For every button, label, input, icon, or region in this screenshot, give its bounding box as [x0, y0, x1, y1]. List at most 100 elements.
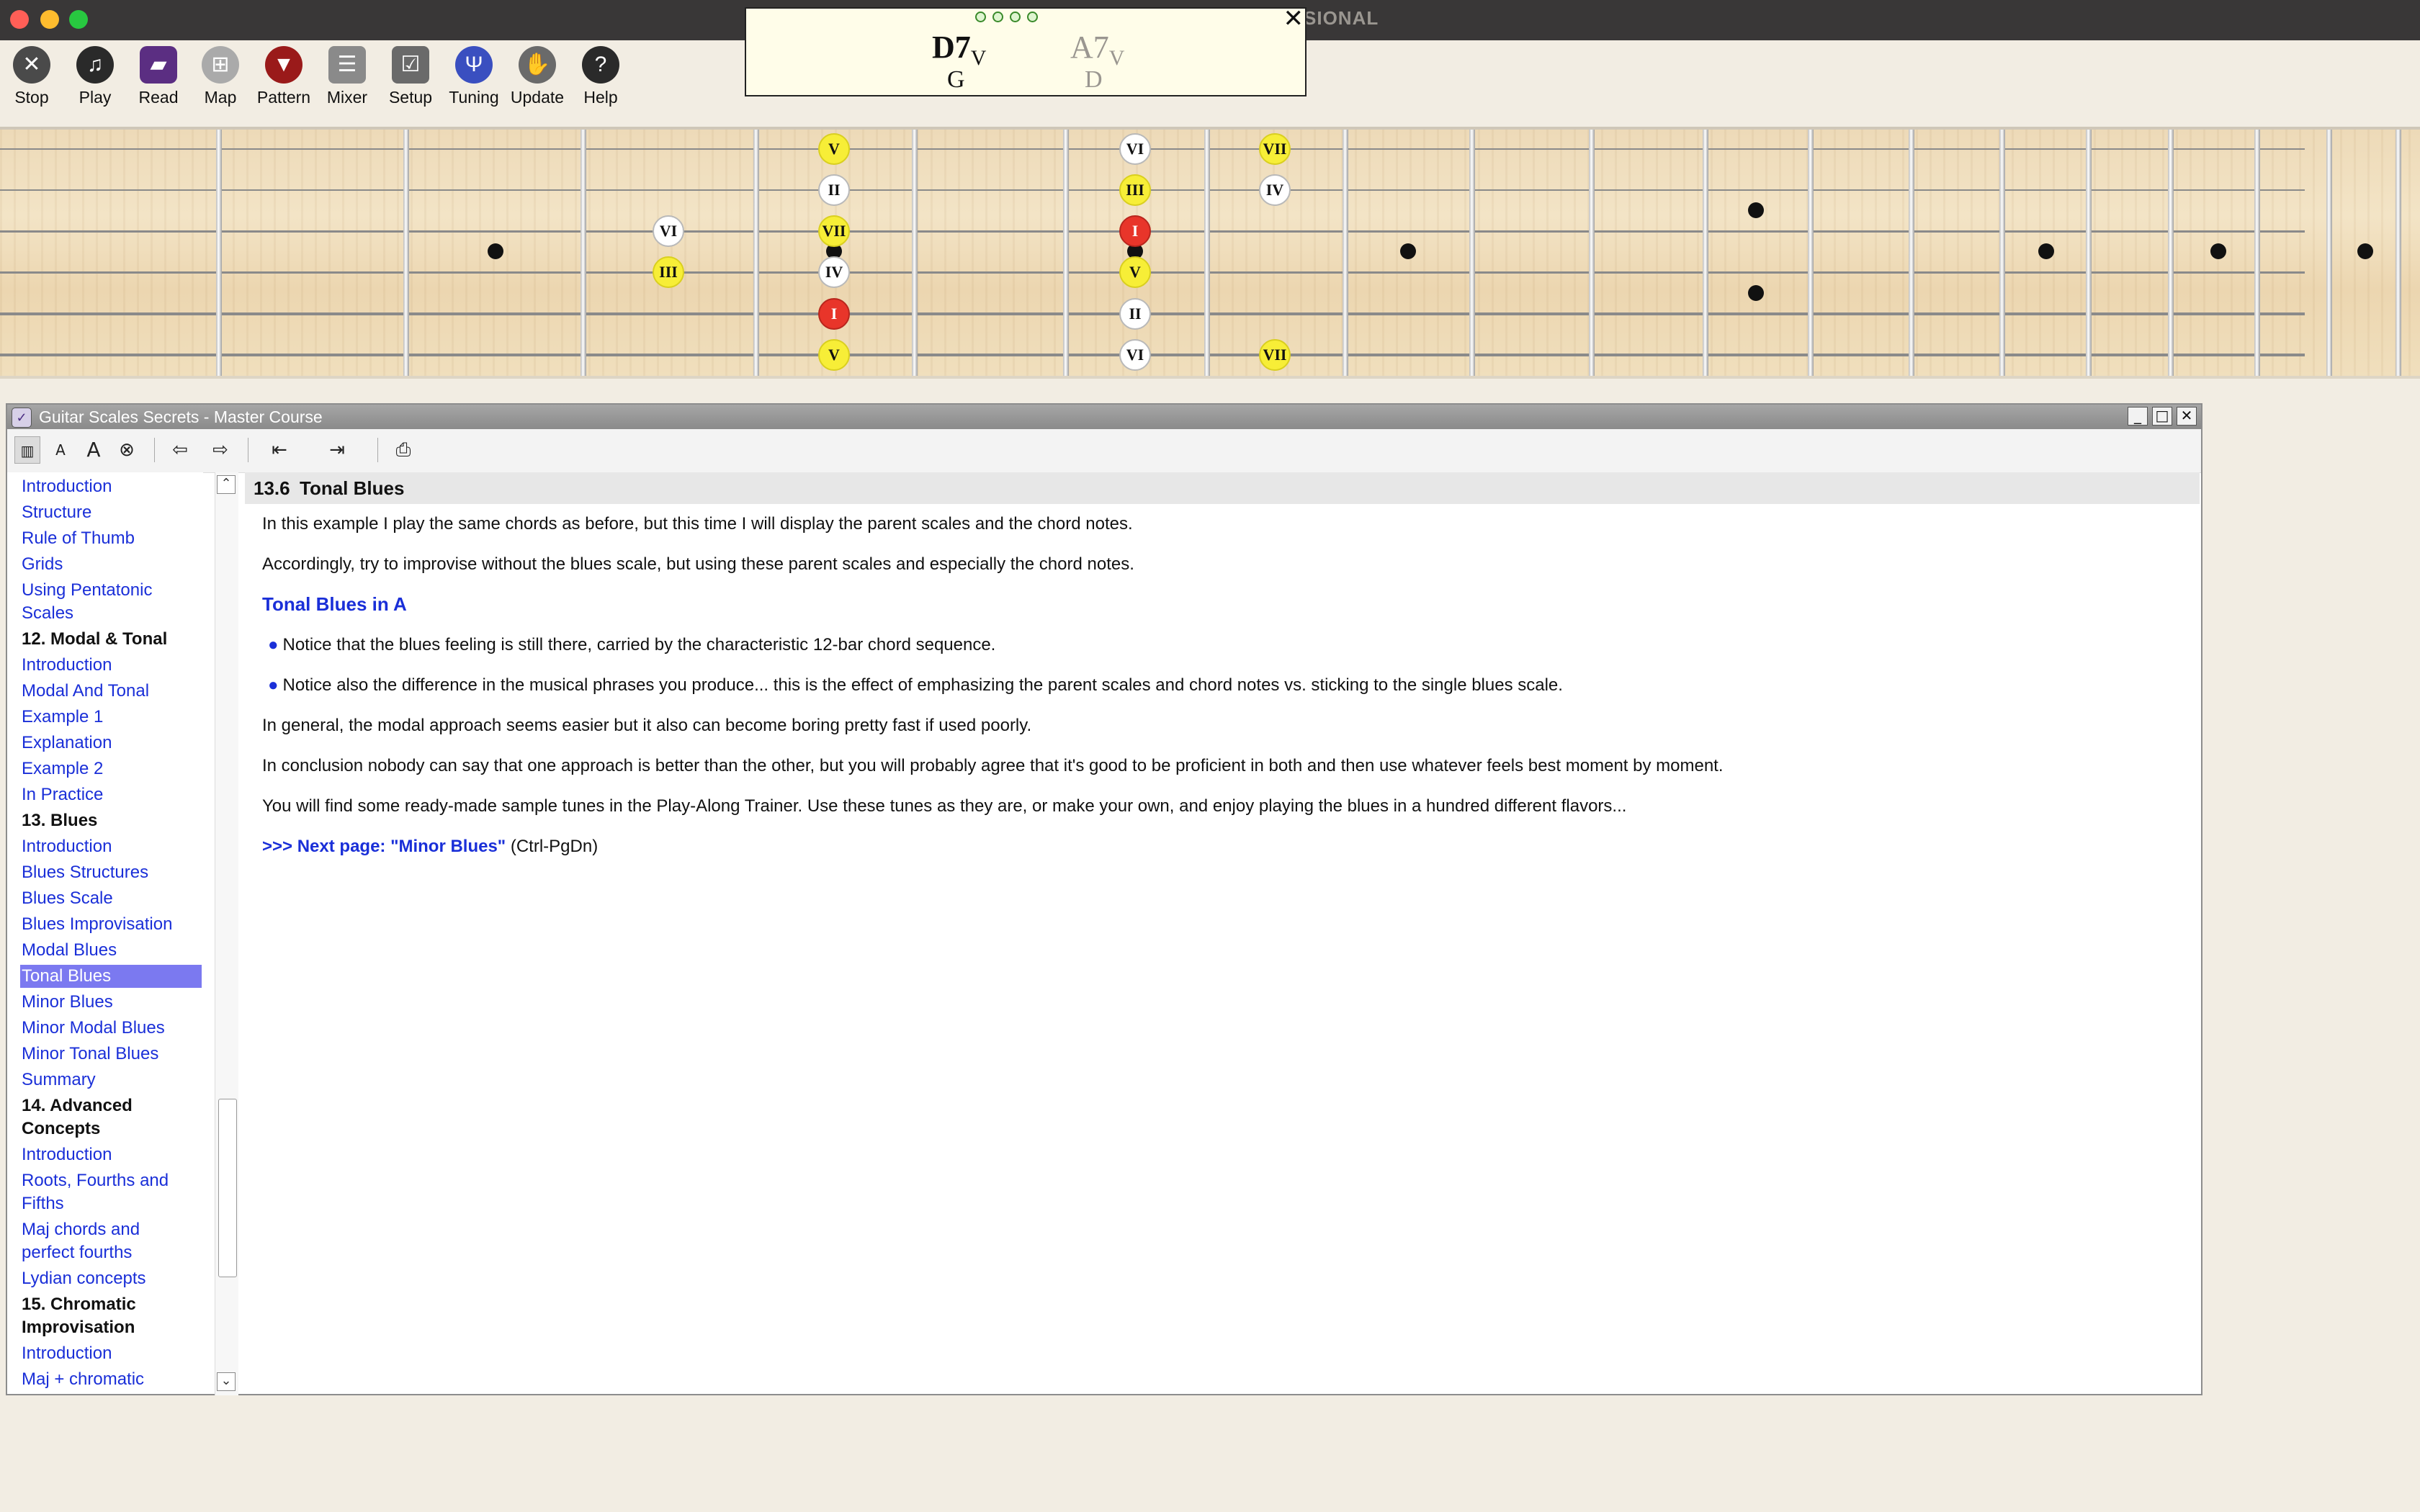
nav-item[interactable]: Roots, Fourths and — [22, 1169, 203, 1192]
subheading: Tonal Blues in A — [262, 593, 407, 615]
nav-chapter-header[interactable]: Improvisation — [22, 1316, 203, 1339]
update-button[interactable]: ✋ Update — [507, 43, 568, 115]
scale-note[interactable]: V — [818, 133, 850, 165]
scale-note[interactable]: II — [818, 174, 850, 206]
scale-note[interactable]: V — [818, 339, 850, 371]
nav-item[interactable]: Minor Tonal Blues — [22, 1043, 203, 1066]
nav-item[interactable]: Maj + chromatic — [22, 1368, 203, 1391]
contents-toggle-icon[interactable]: ▥ — [14, 436, 40, 464]
fret-marker — [1400, 243, 1416, 259]
nav-item[interactable]: Introduction — [22, 1342, 203, 1365]
fret — [2168, 130, 2174, 376]
scrollbar-thumb[interactable] — [218, 1099, 237, 1277]
nav-item-selected[interactable]: Tonal Blues — [20, 965, 202, 988]
minimize-icon[interactable]: _ — [2128, 407, 2148, 426]
scale-note[interactable]: VII — [1259, 339, 1291, 371]
fret-marker — [2038, 243, 2054, 259]
next-page-link[interactable]: >>> Next page: "Minor Blues" — [262, 837, 506, 856]
nav-item[interactable]: Minor Modal Blues — [22, 1017, 203, 1040]
next-chord-name: A7 — [1070, 30, 1109, 65]
scale-note[interactable]: VII — [1259, 133, 1291, 165]
forward-arrow-icon[interactable]: ⇨ — [207, 436, 233, 464]
nav-item[interactable]: Example 1 — [22, 706, 203, 729]
nav-chapter-header[interactable]: 12. Modal & Tonal — [22, 628, 203, 651]
nav-item[interactable]: Introduction — [22, 475, 203, 498]
fret — [1808, 130, 1814, 376]
tuning-button[interactable]: Ψ Tuning — [444, 43, 504, 115]
play-label: Play — [79, 88, 112, 107]
next-page-icon[interactable]: ⇥ — [324, 436, 350, 464]
nav-item[interactable]: Minor Blues — [22, 991, 203, 1014]
scale-note[interactable]: VI — [1119, 133, 1151, 165]
print-icon[interactable]: ⎙ — [390, 436, 416, 464]
chevron-up-icon[interactable]: ⌃ — [217, 475, 236, 494]
nav-item[interactable]: Scales — [22, 602, 203, 625]
course-window-titlebar[interactable]: ✓ Guitar Scales Secrets - Master Course … — [7, 405, 2201, 429]
scale-note[interactable]: V — [1119, 256, 1151, 288]
read-button[interactable]: ▰ Read — [128, 43, 189, 115]
scale-note[interactable]: II — [1119, 298, 1151, 330]
nav-item[interactable]: Rule of Thumb — [22, 527, 203, 550]
nav-item[interactable]: Blues Scale — [22, 887, 203, 910]
scale-note[interactable]: VI — [1119, 339, 1151, 371]
window-close-button[interactable] — [10, 10, 29, 29]
root-note[interactable]: I — [1119, 215, 1151, 247]
fretboard[interactable]: V II VII IV I V VI III VI III I V II VI … — [0, 127, 2420, 379]
window-minimize-button[interactable] — [40, 10, 59, 29]
beat-indicator — [975, 12, 1044, 26]
mixer-button[interactable]: ☰ Mixer — [317, 43, 377, 115]
scale-note[interactable]: III — [1119, 174, 1151, 206]
current-chord-name: D7 — [932, 30, 971, 65]
mixer-icon: ☰ — [328, 46, 366, 84]
nav-item[interactable]: Summary — [22, 1068, 203, 1092]
scale-note[interactable]: IV — [1259, 174, 1291, 206]
nav-scrollbar[interactable]: ⌃ ⌄ — [215, 472, 238, 1395]
fret-marker — [2210, 243, 2226, 259]
nav-item[interactable]: Modal Blues — [22, 939, 203, 962]
setup-button[interactable]: ☑ Setup — [380, 43, 441, 115]
nav-chapter-header[interactable]: Concepts — [22, 1117, 203, 1140]
nav-item[interactable]: Modal And Tonal — [22, 680, 203, 703]
help-button[interactable]: ? Help — [570, 43, 631, 115]
pattern-button[interactable]: ▼ Pattern — [254, 43, 314, 115]
nav-item[interactable]: In Practice — [22, 783, 203, 806]
previous-page-icon[interactable]: ⇤ — [266, 436, 292, 464]
next-page-shortcut: (Ctrl-PgDn) — [506, 837, 599, 856]
close-icon[interactable]: ✕ — [2177, 407, 2197, 426]
nav-item[interactable]: Introduction — [22, 1143, 203, 1166]
nav-item[interactable]: Grids — [22, 553, 203, 576]
font-smaller-icon[interactable]: A — [48, 436, 73, 464]
nav-item[interactable]: Lydian concepts — [22, 1267, 203, 1290]
map-button[interactable]: ⊞ Map — [190, 43, 251, 115]
nav-item[interactable]: Blues Improvisation — [22, 913, 203, 936]
play-button[interactable]: ♫ Play — [65, 43, 125, 115]
scale-note[interactable]: VI — [653, 215, 684, 247]
nav-chapter-header[interactable]: 15. Chromatic — [22, 1293, 203, 1316]
scale-note[interactable]: VII — [818, 215, 850, 247]
font-larger-icon[interactable]: A — [81, 436, 107, 464]
nav-item[interactable]: Introduction — [22, 835, 203, 858]
section-title: Tonal Blues — [300, 477, 405, 499]
nav-item[interactable]: Introduction — [22, 654, 203, 677]
nav-item[interactable]: Blues Structures — [22, 861, 203, 884]
nav-item[interactable]: Structure — [22, 501, 203, 524]
scale-note[interactable]: IV — [818, 256, 850, 288]
maximize-icon[interactable]: □ — [2152, 407, 2172, 426]
chevron-down-icon[interactable]: ⌄ — [217, 1372, 236, 1391]
nav-item[interactable]: Explanation — [22, 732, 203, 755]
back-arrow-icon[interactable]: ⇦ — [167, 436, 193, 464]
scale-note[interactable]: III — [653, 256, 684, 288]
nav-item[interactable]: Fifths — [22, 1192, 203, 1215]
nav-chapter-header[interactable]: 13. Blues — [22, 809, 203, 832]
nav-chapter-header[interactable]: 14. Advanced — [22, 1094, 203, 1117]
stop-button[interactable]: ✕ Stop — [1, 43, 62, 115]
nav-item[interactable]: perfect fourths — [22, 1241, 203, 1264]
nav-item[interactable]: Maj chords and — [22, 1218, 203, 1241]
nav-item[interactable]: Example 2 — [22, 757, 203, 780]
window-maximize-button[interactable] — [69, 10, 88, 29]
stop-audio-icon[interactable]: ⊗ — [114, 436, 140, 464]
root-note[interactable]: I — [818, 298, 850, 330]
stop-label: Stop — [14, 88, 49, 107]
close-icon[interactable]: ✕ — [1283, 4, 1304, 33]
nav-item[interactable]: Using Pentatonic — [22, 579, 203, 602]
